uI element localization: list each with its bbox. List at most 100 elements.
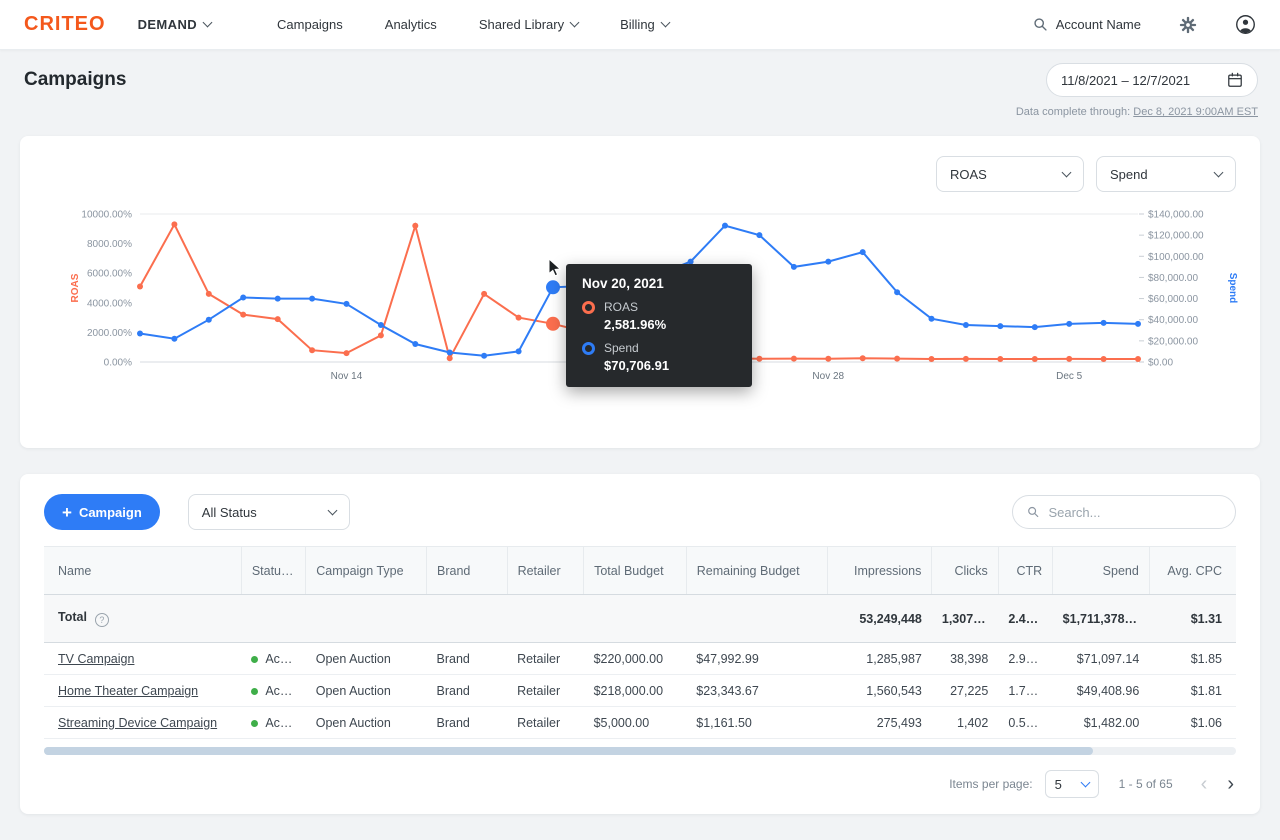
data-point-spend[interactable] xyxy=(1066,321,1072,327)
data-point-spend[interactable] xyxy=(791,264,797,270)
column-header-impressions[interactable]: Impressions xyxy=(827,547,932,595)
data-point-roas[interactable] xyxy=(378,332,384,338)
data-complete-date-link[interactable]: Dec 8, 2021 9:00AM EST xyxy=(1133,106,1258,118)
data-point-spend[interactable] xyxy=(1101,320,1107,326)
status-filter-select[interactable]: All Status xyxy=(188,494,350,530)
data-point-roas[interactable] xyxy=(240,312,246,318)
help-icon[interactable]: ? xyxy=(95,613,109,627)
data-point-spend[interactable] xyxy=(516,348,522,354)
column-header-type[interactable]: Campaign Type xyxy=(306,547,427,595)
data-point-roas[interactable] xyxy=(1032,356,1038,362)
left-metric-select[interactable]: ROAS xyxy=(936,156,1084,192)
data-point-spend[interactable] xyxy=(447,350,453,356)
column-header-brand[interactable]: Brand xyxy=(427,547,508,595)
nav-item-shared-library[interactable]: Shared Library xyxy=(479,17,578,32)
column-header-status[interactable]: Status↑ xyxy=(241,547,305,595)
campaign-name-link[interactable]: TV Campaign xyxy=(58,652,134,666)
data-point-spend[interactable] xyxy=(137,331,143,337)
data-point-roas[interactable] xyxy=(894,356,900,362)
data-point-roas[interactable] xyxy=(546,317,560,331)
cell-total_budget: $5,000.00 xyxy=(584,707,687,739)
data-point-roas[interactable] xyxy=(412,223,418,229)
svg-text:Nov 28: Nov 28 xyxy=(812,371,844,382)
data-point-spend[interactable] xyxy=(206,317,212,323)
column-header-spend[interactable]: Spend xyxy=(1053,547,1150,595)
nav-item-billing[interactable]: Billing xyxy=(620,17,669,32)
nav-item-campaigns[interactable]: Campaigns xyxy=(277,17,343,32)
data-point-roas[interactable] xyxy=(791,356,797,362)
table-row: Streaming Device CampaignActiveOpen Auct… xyxy=(44,707,1236,739)
settings-gear-icon[interactable] xyxy=(1179,16,1197,34)
tooltip-date: Nov 20, 2021 xyxy=(582,276,736,291)
account-search[interactable]: Account Name xyxy=(1033,17,1141,32)
nav-item-analytics[interactable]: Analytics xyxy=(385,17,437,32)
total-cell-total_budget xyxy=(584,595,687,643)
data-point-roas[interactable] xyxy=(1066,356,1072,362)
data-point-spend[interactable] xyxy=(309,296,315,302)
svg-text:$60,000.00: $60,000.00 xyxy=(1148,294,1198,305)
data-point-roas[interactable] xyxy=(447,355,453,361)
data-point-spend[interactable] xyxy=(275,296,281,302)
data-point-spend[interactable] xyxy=(722,223,728,229)
data-point-spend[interactable] xyxy=(378,322,384,328)
criteo-logo[interactable]: CRITEO xyxy=(24,13,106,36)
column-header-remaining_budget[interactable]: Remaining Budget xyxy=(686,547,827,595)
data-point-roas[interactable] xyxy=(963,356,969,362)
data-point-roas[interactable] xyxy=(997,356,1003,362)
data-point-roas[interactable] xyxy=(516,315,522,321)
new-campaign-button[interactable]: + Campaign xyxy=(44,494,160,530)
search-input[interactable] xyxy=(1048,505,1221,520)
page-size-select[interactable]: 5 xyxy=(1045,770,1099,798)
data-point-roas[interactable] xyxy=(756,356,762,362)
date-range-picker[interactable]: 11/8/2021 – 12/7/2021 xyxy=(1046,63,1258,97)
svg-text:$40,000.00: $40,000.00 xyxy=(1148,315,1198,326)
column-header-ctr[interactable]: CTR xyxy=(998,547,1052,595)
column-header-name[interactable]: Name xyxy=(44,547,241,595)
data-point-spend[interactable] xyxy=(1135,321,1141,327)
data-point-spend[interactable] xyxy=(240,295,246,301)
profile-icon[interactable] xyxy=(1235,14,1256,35)
column-header-total_budget[interactable]: Total Budget xyxy=(584,547,687,595)
data-point-spend[interactable] xyxy=(997,323,1003,329)
data-point-roas[interactable] xyxy=(860,355,866,361)
data-point-spend[interactable] xyxy=(481,353,487,359)
data-point-roas[interactable] xyxy=(1101,356,1107,362)
data-point-spend[interactable] xyxy=(756,232,762,238)
scrollbar-thumb[interactable] xyxy=(44,747,1093,755)
left-axis-title: ROAS xyxy=(70,273,81,302)
data-point-spend[interactable] xyxy=(860,249,866,255)
data-point-roas[interactable] xyxy=(825,356,831,362)
data-point-roas[interactable] xyxy=(309,347,315,353)
right-metric-select[interactable]: Spend xyxy=(1096,156,1236,192)
data-point-spend[interactable] xyxy=(344,301,350,307)
data-point-roas[interactable] xyxy=(481,291,487,297)
svg-text:8000.00%: 8000.00% xyxy=(87,239,132,250)
svg-text:2000.00%: 2000.00% xyxy=(87,328,132,339)
data-point-roas[interactable] xyxy=(137,284,143,290)
column-header-clicks[interactable]: Clicks xyxy=(932,547,998,595)
cell-retailer: Retailer xyxy=(507,675,584,707)
data-point-roas[interactable] xyxy=(275,316,281,322)
horizontal-scrollbar[interactable] xyxy=(44,747,1236,755)
data-point-roas[interactable] xyxy=(206,291,212,297)
previous-page-button[interactable]: ‹ xyxy=(1201,774,1208,794)
column-header-retailer[interactable]: Retailer xyxy=(507,547,584,595)
data-point-spend[interactable] xyxy=(963,322,969,328)
data-point-spend[interactable] xyxy=(929,316,935,322)
data-point-roas[interactable] xyxy=(1135,356,1141,362)
data-point-spend[interactable] xyxy=(894,289,900,295)
data-point-roas[interactable] xyxy=(929,356,935,362)
column-header-label: Total Budget xyxy=(594,564,664,578)
data-point-spend[interactable] xyxy=(412,341,418,347)
data-point-roas[interactable] xyxy=(344,350,350,356)
data-point-spend[interactable] xyxy=(1032,324,1038,330)
campaign-name-link[interactable]: Home Theater Campaign xyxy=(58,684,198,698)
next-page-button[interactable]: › xyxy=(1227,774,1234,794)
data-point-spend[interactable] xyxy=(171,336,177,342)
data-point-spend[interactable] xyxy=(825,259,831,265)
nav-demand-dropdown[interactable]: DEMAND xyxy=(138,17,211,32)
campaign-name-link[interactable]: Streaming Device Campaign xyxy=(58,716,217,730)
data-point-roas[interactable] xyxy=(171,221,177,227)
data-point-spend[interactable] xyxy=(546,280,560,294)
column-header-avg_cpc[interactable]: Avg. CPC xyxy=(1149,547,1236,595)
